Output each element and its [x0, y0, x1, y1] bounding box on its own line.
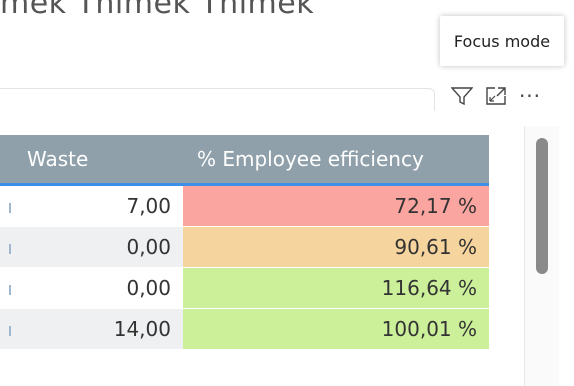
vertical-scrollbar-thumb[interactable]	[536, 138, 548, 274]
focus-mode-tooltip: Focus mode	[440, 16, 564, 66]
data-table: Waste % Employee efficiency 7,00 72,17 %…	[0, 135, 489, 350]
visual-header-toolbar: ···	[445, 82, 547, 110]
row-edge-cell	[0, 308, 13, 350]
row-edge-cell	[0, 267, 13, 309]
partial-title-text: mek Tnimek Tnimek	[0, 0, 315, 21]
waste-cell: 0,00	[13, 226, 183, 268]
waste-cell: 14,00	[13, 308, 183, 350]
table-header-row: Waste % Employee efficiency	[0, 135, 489, 186]
column-header-employee-efficiency[interactable]: % Employee efficiency	[183, 135, 489, 186]
table-row: 7,00 72,17 %	[0, 184, 489, 227]
column-header-truncated	[0, 135, 13, 186]
column-header-waste[interactable]: Waste	[13, 135, 183, 186]
waste-cell: 7,00	[13, 184, 183, 227]
visual-frame	[0, 88, 435, 111]
row-edge-cell	[0, 226, 13, 268]
focus-mode-icon	[486, 87, 506, 105]
filter-button[interactable]	[445, 82, 479, 110]
more-options-button[interactable]: ···	[513, 82, 547, 110]
table-row: 14,00 100,01 %	[0, 308, 489, 350]
efficiency-cell: 116,64 %	[183, 267, 489, 309]
waste-cell: 0,00	[13, 267, 183, 309]
efficiency-cell: 90,61 %	[183, 226, 489, 268]
table-row: 0,00 116,64 %	[0, 267, 489, 309]
row-edge-cell	[0, 184, 13, 227]
more-options-icon: ···	[518, 84, 542, 108]
efficiency-cell: 72,17 %	[183, 184, 489, 227]
focus-mode-button[interactable]	[479, 82, 513, 110]
efficiency-cell: 100,01 %	[183, 308, 489, 350]
filter-icon	[451, 87, 473, 106]
table-row: 0,00 90,61 %	[0, 226, 489, 268]
